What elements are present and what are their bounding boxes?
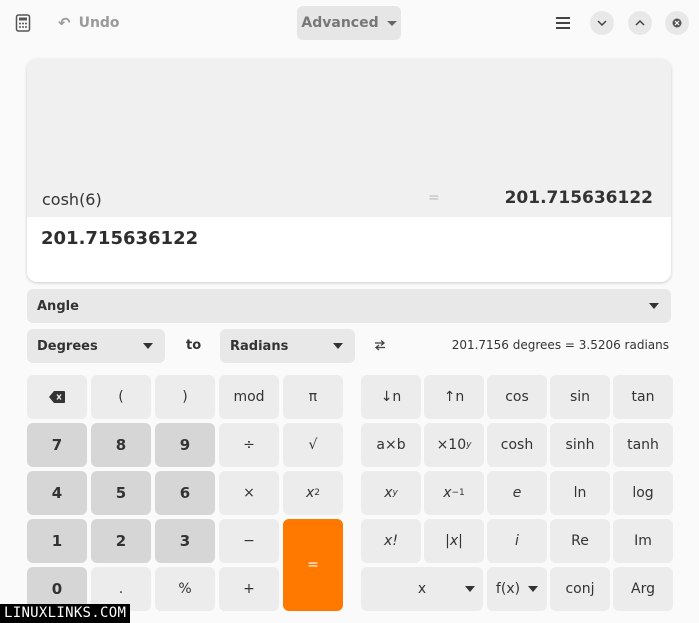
inverse-base: x	[443, 485, 452, 501]
conversion-to-label: to	[186, 338, 202, 353]
main-menu-button[interactable]	[549, 9, 577, 37]
times-ten-base: ×10	[436, 437, 467, 453]
maximize-icon	[635, 20, 645, 26]
factorial-label: x!	[384, 533, 398, 549]
from-unit-label: Degrees	[37, 338, 98, 354]
conjugate-button[interactable]: conj	[550, 567, 610, 611]
minimize-button[interactable]	[590, 11, 614, 35]
square-button[interactable]: x2	[283, 471, 343, 515]
history-equals-sign: =	[428, 190, 440, 206]
conversion-category-combo[interactable]: Angle	[27, 289, 671, 323]
close-paren-button[interactable]: )	[155, 375, 215, 419]
variable-menu-label: x	[417, 581, 427, 597]
power-exponent: y	[392, 488, 398, 498]
imaginary-part-button[interactable]: Im	[613, 519, 673, 563]
function-menu-button[interactable]: f(x)	[487, 567, 547, 611]
undo-icon: ↶	[58, 14, 71, 32]
digit-6-button[interactable]: 6	[155, 471, 215, 515]
log-button[interactable]: log	[613, 471, 673, 515]
multiply-ab-button[interactable]: a×b	[361, 423, 421, 467]
pi-button[interactable]: π	[283, 375, 343, 419]
add-button[interactable]: +	[219, 567, 279, 611]
history-result[interactable]: 201.715636122	[505, 188, 653, 208]
tanh-button[interactable]: tanh	[613, 423, 673, 467]
real-part-button[interactable]: Re	[550, 519, 610, 563]
chevron-down-icon	[333, 343, 343, 349]
to-unit-combo[interactable]: Radians	[220, 329, 355, 363]
inverse-exponent: −1	[451, 488, 465, 498]
conversion-category-label: Angle	[37, 298, 79, 314]
close-icon	[672, 18, 682, 28]
watermark-text: LINUXLINKS.COM	[0, 604, 131, 623]
absolute-value-label: |x|	[445, 533, 463, 549]
sin-button[interactable]: sin	[550, 375, 610, 419]
euler-e-label: e	[512, 485, 522, 501]
equation-entry[interactable]: 201.715636122	[41, 228, 198, 249]
swap-units-button[interactable]	[369, 332, 391, 358]
conversion-result: 201.7156 degrees = 3.5206 radians	[451, 338, 669, 352]
digit-9-button[interactable]: 9	[155, 423, 215, 467]
multiply-button[interactable]: ×	[219, 471, 279, 515]
swap-icon	[374, 340, 386, 351]
square-base: x	[305, 485, 315, 501]
chevron-down-icon	[386, 20, 397, 26]
undo-button[interactable]: ↶ Undo	[50, 8, 128, 38]
equals-button[interactable]: =	[283, 519, 343, 611]
chevron-down-icon	[528, 586, 539, 592]
argument-button[interactable]: Arg	[613, 567, 673, 611]
variable-menu-button[interactable]: x	[361, 567, 483, 611]
open-paren-button[interactable]: (	[91, 375, 151, 419]
header-bar: ↶ Undo Advanced	[0, 0, 699, 46]
ln-button[interactable]: ln	[550, 471, 610, 515]
digit-4-button[interactable]: 4	[27, 471, 87, 515]
maximize-button[interactable]	[628, 11, 652, 35]
factorial-button[interactable]: x!	[361, 519, 421, 563]
subtract-button[interactable]: −	[219, 519, 279, 563]
sinh-button[interactable]: sinh	[550, 423, 610, 467]
cos-button[interactable]: cos	[487, 375, 547, 419]
times-ten-power-button[interactable]: ×10 y	[424, 423, 484, 467]
digit-8-button[interactable]: 8	[91, 423, 151, 467]
chevron-down-icon	[143, 343, 153, 349]
imaginary-i-button[interactable]: i	[487, 519, 547, 563]
chevron-down-icon	[649, 303, 659, 309]
sqrt-button[interactable]: √	[283, 423, 343, 467]
times-ten-exponent: y	[466, 440, 472, 450]
imaginary-i-label: i	[515, 533, 519, 549]
history-expression[interactable]: cosh(6)	[42, 190, 102, 209]
digit-5-button[interactable]: 5	[91, 471, 151, 515]
calculator-display: cosh(6) = 201.715636122 201.715636122	[27, 59, 671, 282]
cosh-button[interactable]: cosh	[487, 423, 547, 467]
from-unit-combo[interactable]: Degrees	[27, 329, 165, 363]
mode-selector-button[interactable]: Advanced	[297, 6, 401, 40]
backspace-button[interactable]	[27, 375, 87, 419]
to-unit-label: Radians	[230, 338, 289, 354]
tan-button[interactable]: tan	[613, 375, 673, 419]
undo-label: Undo	[78, 15, 120, 31]
digit-1-button[interactable]: 1	[27, 519, 87, 563]
power-button[interactable]: xy	[361, 471, 421, 515]
function-menu-label: f(x)	[495, 581, 521, 597]
square-exponent: 2	[314, 488, 321, 498]
digit-3-button[interactable]: 3	[155, 519, 215, 563]
superscript-button[interactable]: ↑n	[424, 375, 484, 419]
inverse-button[interactable]: x −1	[424, 471, 484, 515]
history-area[interactable]: cosh(6) = 201.715636122	[27, 59, 671, 217]
close-button[interactable]	[665, 11, 689, 35]
subscript-button[interactable]: ↓n	[361, 375, 421, 419]
euler-e-button[interactable]: e	[487, 471, 547, 515]
divide-button[interactable]: ÷	[219, 423, 279, 467]
chevron-down-icon	[465, 586, 475, 592]
digit-2-button[interactable]: 2	[91, 519, 151, 563]
minimize-icon	[597, 20, 607, 26]
digit-7-button[interactable]: 7	[27, 423, 87, 467]
hamburger-menu-icon	[556, 17, 570, 29]
absolute-value-button[interactable]: |x|	[424, 519, 484, 563]
calculator-icon[interactable]	[8, 8, 38, 38]
mode-label: Advanced	[301, 15, 379, 31]
mod-button[interactable]: mod	[219, 375, 279, 419]
percent-button[interactable]: %	[155, 567, 215, 611]
backspace-icon	[49, 391, 65, 403]
